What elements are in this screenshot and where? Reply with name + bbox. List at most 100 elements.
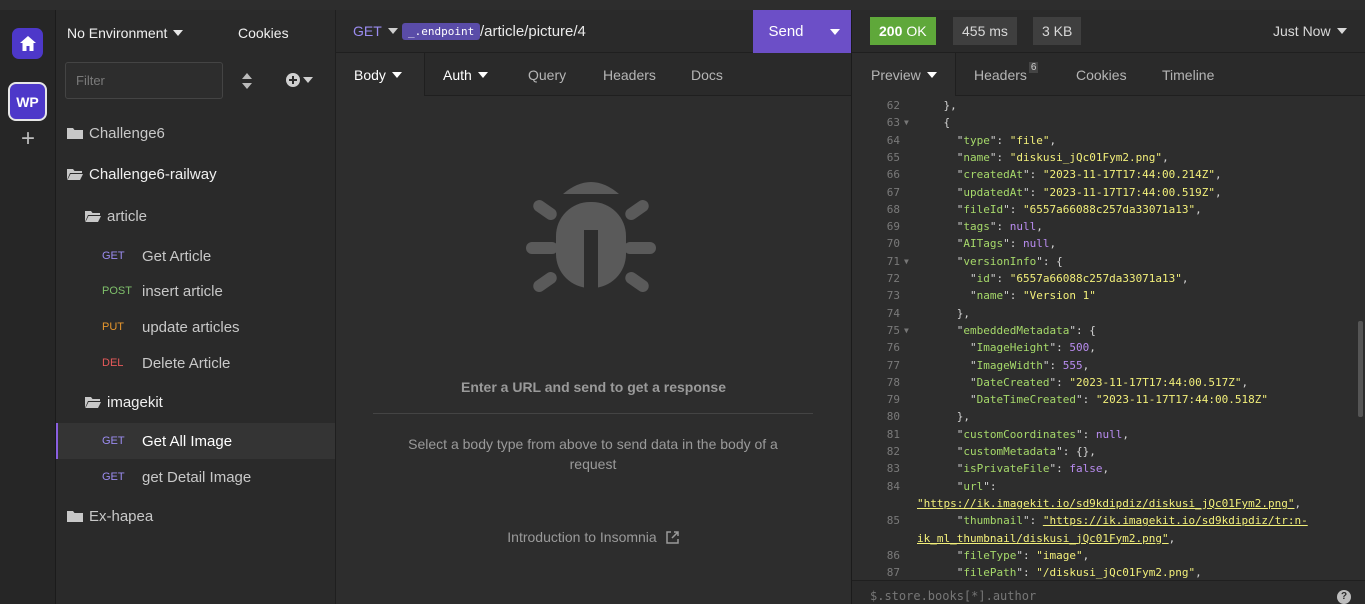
json-value: "Version 1" xyxy=(1022,289,1096,303)
send-button[interactable]: Send xyxy=(753,23,819,40)
sidebar-folder[interactable]: article xyxy=(56,198,335,234)
tab-body[interactable]: Body xyxy=(354,53,402,96)
json-line: "tags": null, xyxy=(917,220,1043,234)
json-value: "file" xyxy=(1009,133,1050,147)
json-value: null xyxy=(1095,427,1123,441)
line-number: 76 xyxy=(886,341,900,355)
intro-link[interactable]: Introduction to Insomnia xyxy=(336,529,851,545)
json-line: }, xyxy=(917,305,970,322)
tab-response-cookies[interactable]: Cookies xyxy=(1076,53,1127,96)
help-icon[interactable]: ? xyxy=(1337,590,1351,604)
caret-down-icon xyxy=(1336,28,1347,34)
sidebar-request-label: get Detail Image xyxy=(142,468,252,486)
json-value: "2023-11-17T17:44:00.517Z" xyxy=(1069,375,1242,389)
json-punctuation: , xyxy=(1195,202,1202,216)
environment-variable-tag[interactable]: _.endpoint xyxy=(402,23,481,40)
add-request-menu[interactable] xyxy=(286,71,318,89)
json-key: ImageHeight xyxy=(976,341,1050,355)
tab-preview[interactable]: Preview xyxy=(871,53,937,96)
json-value: "/diskusi_jQc01Fym2.png" xyxy=(1036,566,1196,580)
response-filter-input[interactable]: $.store.books[*].author xyxy=(870,589,1036,603)
home-button[interactable] xyxy=(12,28,43,59)
sidebar-folder-label: imagekit xyxy=(107,393,163,411)
sidebar-request[interactable]: GET Get Article xyxy=(56,238,335,274)
json-punctuation: { xyxy=(917,116,951,130)
json-punctuation: , xyxy=(1102,462,1110,476)
workspace-rail: WP + xyxy=(0,10,56,604)
tab-auth[interactable]: Auth xyxy=(443,53,488,96)
sidebar-folder-label: Challenge6-railway xyxy=(89,165,217,183)
sort-icon[interactable] xyxy=(240,72,254,90)
response-status-bar: 200 OK 455 ms 3 KB Just Now xyxy=(851,10,1365,53)
add-workspace-icon[interactable]: + xyxy=(16,127,40,151)
json-key: isPrivateFile xyxy=(963,462,1050,476)
json-line: "url": xyxy=(917,479,1004,493)
json-punctuation: }, xyxy=(917,99,957,112)
json-key: tags xyxy=(963,220,990,234)
fold-toggle-icon[interactable]: ▼ xyxy=(904,322,909,339)
sidebar-folder[interactable]: imagekit xyxy=(56,384,335,420)
send-button-group: Send xyxy=(753,10,851,53)
line-number: 73 xyxy=(886,289,900,303)
sidebar-request-label: insert article xyxy=(142,282,223,300)
sidebar-request[interactable]: DEL Delete Article xyxy=(56,345,335,381)
sidebar-request[interactable]: GET get Detail Image xyxy=(56,459,335,495)
sidebar-folder[interactable]: Challenge6 xyxy=(56,115,335,151)
response-tabs: Preview Headers 6 Cookies Timeline xyxy=(851,53,1365,96)
tab-query[interactable]: Query xyxy=(528,53,566,96)
json-value: "image" xyxy=(1036,548,1083,562)
json-value: "2023-11-17T17:44:00.519Z" xyxy=(1042,185,1216,199)
environment-selector[interactable]: No Environment xyxy=(67,25,184,41)
json-value: "2023-11-17T17:44:00.214Z" xyxy=(1042,168,1216,182)
response-json-viewer[interactable]: 62 }, 63 ▼ {64 "type": "file", 65 "name": "… xyxy=(851,96,1365,580)
json-line: "filePath": "/diskusi_jQc01Fym2.png", xyxy=(917,566,1202,580)
url-input[interactable]: /article/picture/4 xyxy=(480,23,586,40)
caret-down-icon xyxy=(387,28,398,34)
url-bar: GET _.endpoint /article/picture/4 Send xyxy=(336,10,851,53)
sidebar-request[interactable]: GET Get All Image xyxy=(56,423,335,459)
folder-icon xyxy=(67,127,83,139)
sidebar-folder-label: Ex-hapea xyxy=(89,507,154,525)
json-value: "6557a66088c257da33071a13" xyxy=(1022,202,1196,216)
response-size: 3 KB xyxy=(1033,17,1082,45)
json-punctuation: , xyxy=(1082,358,1090,372)
fold-toggle-icon[interactable]: ▼ xyxy=(904,253,909,270)
tab-headers[interactable]: Headers xyxy=(603,53,656,96)
json-line: "ImageHeight": 500, xyxy=(917,341,1096,355)
status-code: 200 xyxy=(879,23,903,39)
sidebar-folder[interactable]: Ex-hapea xyxy=(56,498,335,534)
sidebar-request[interactable]: PUT update articles xyxy=(56,309,335,345)
json-key: createdAt xyxy=(963,168,1023,182)
sidebar-folder[interactable]: Challenge6-railway xyxy=(56,156,335,192)
json-punctuation: , xyxy=(1181,272,1189,285)
line-number: 83 xyxy=(886,462,900,476)
json-line: ik_ml_thumbnail/diskusi_jQc01Fym2.png", xyxy=(917,530,1175,547)
json-key: DateCreated xyxy=(976,375,1050,389)
line-number: 84 xyxy=(886,479,900,493)
json-value: 555 xyxy=(1062,358,1083,372)
json-line: "embeddedMetadata": { xyxy=(917,323,1096,337)
json-line: "customMetadata": {}, xyxy=(917,445,1096,458)
send-options-button[interactable] xyxy=(819,10,851,53)
tab-timeline[interactable]: Timeline xyxy=(1162,53,1214,96)
json-punctuation: , xyxy=(1241,375,1249,389)
fold-toggle-icon[interactable]: ▼ xyxy=(904,114,909,131)
filter-input[interactable]: Filter xyxy=(65,62,223,99)
json-punctuation: , xyxy=(1215,185,1222,199)
folder-open-icon xyxy=(67,168,83,180)
json-line: "type": "file", xyxy=(917,133,1057,147)
method-selector[interactable]: GET xyxy=(353,23,398,39)
workspace-avatar[interactable]: WP xyxy=(8,82,47,121)
json-value: 500 xyxy=(1069,341,1090,355)
response-history-dropdown[interactable]: Just Now xyxy=(1273,23,1347,39)
tab-response-headers[interactable]: Headers 6 xyxy=(974,53,1039,96)
json-value: null xyxy=(1009,220,1037,234)
cookies-button[interactable]: Cookies xyxy=(238,25,289,41)
sidebar-request[interactable]: POST insert article xyxy=(56,273,335,309)
response-filter-bar: $.store.books[*].author ? xyxy=(851,580,1365,604)
caret-down-icon xyxy=(926,71,937,78)
scrollbar-thumb[interactable] xyxy=(1358,321,1363,417)
json-line: "https://ik.imagekit.io/sd9kdipdiz/disku… xyxy=(917,495,1301,512)
request-tabs: Body Auth Query Headers Docs xyxy=(336,53,851,96)
tab-docs[interactable]: Docs xyxy=(691,53,723,96)
